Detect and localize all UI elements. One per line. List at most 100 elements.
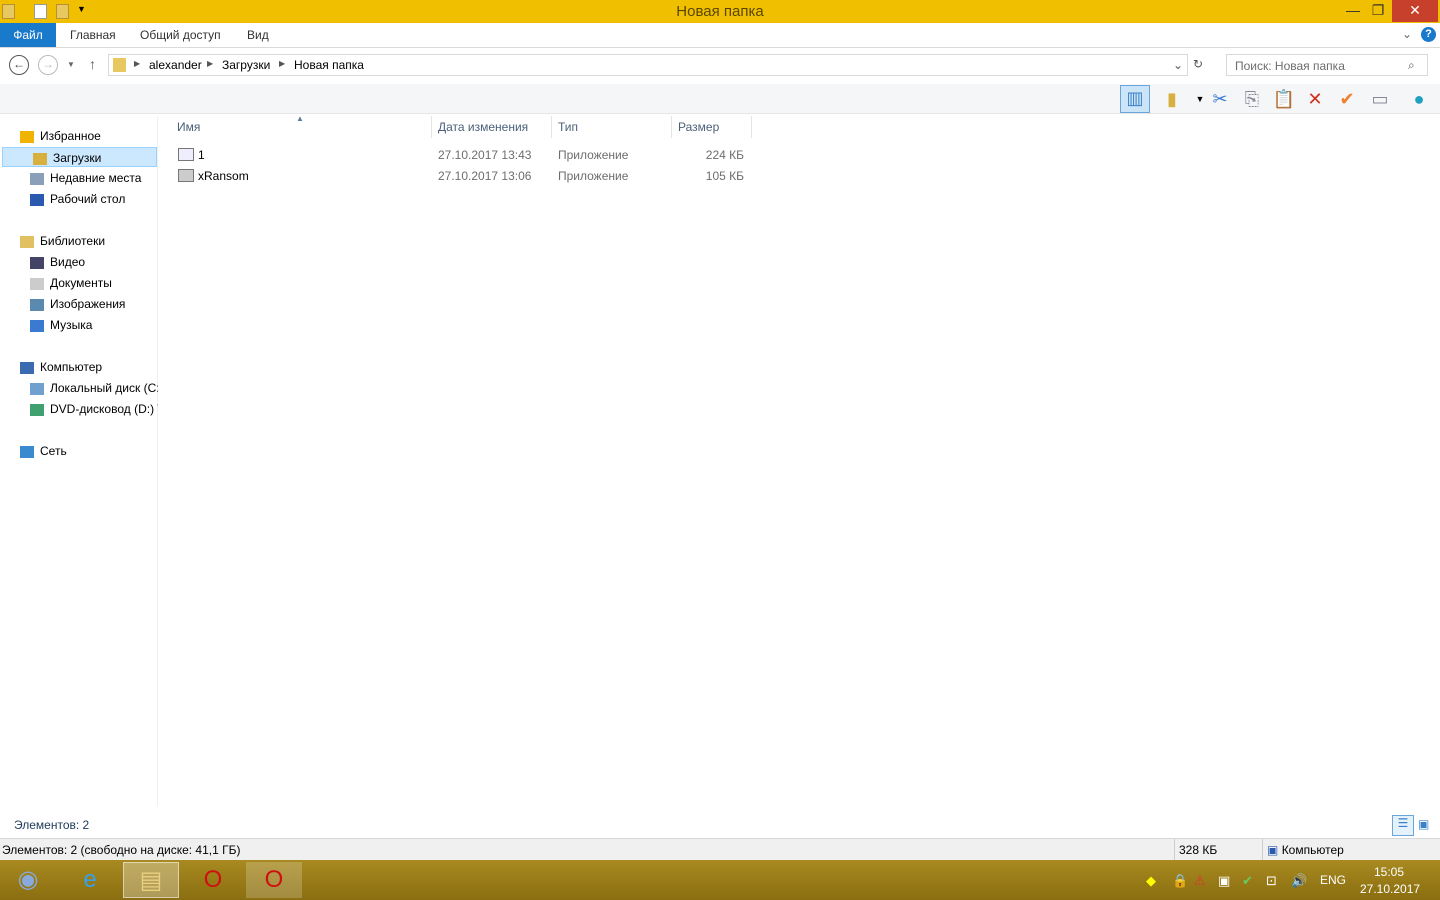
nav-item[interactable]: Недавние места bbox=[0, 168, 158, 188]
clock-time[interactable]: 15:05 bbox=[1374, 865, 1404, 879]
nav-item-label: Локальный диск (C:) bbox=[50, 381, 158, 395]
folder-icon bbox=[30, 298, 44, 311]
restore-button[interactable]: ❐ bbox=[1361, 0, 1395, 22]
status-text: Элементов: 2 (свободно на диске: 41,1 ГБ… bbox=[2, 843, 241, 857]
nav-item[interactable]: Рабочий стол bbox=[0, 189, 158, 209]
tab-view[interactable]: Вид bbox=[233, 23, 283, 47]
sort-ascending-icon: ▲ bbox=[296, 114, 304, 123]
navigation-pane: Избранное Загрузки Недавние места Рабочий с… bbox=[0, 116, 158, 806]
folder-icon bbox=[113, 58, 126, 72]
cut-button[interactable]: ✂ bbox=[1208, 87, 1232, 111]
folder-icon bbox=[30, 403, 44, 416]
folder-options-button[interactable]: ▮ bbox=[1160, 87, 1184, 111]
nav-item[interactable]: Видео bbox=[0, 252, 158, 272]
close-button[interactable]: ✕ bbox=[1392, 0, 1438, 22]
application-icon bbox=[178, 169, 194, 182]
shell-icon[interactable]: ● bbox=[1407, 87, 1431, 111]
expand-ribbon-icon[interactable]: ⌄ bbox=[1402, 27, 1412, 41]
tab-file[interactable]: Файл bbox=[0, 23, 56, 47]
nav-item[interactable]: Компьютер bbox=[0, 357, 158, 377]
vmware-icon[interactable]: ▣ bbox=[1218, 873, 1230, 889]
column-header-date[interactable]: Дата изменения bbox=[432, 116, 552, 138]
nav-item-label: Сеть bbox=[40, 444, 67, 458]
nav-item[interactable]: Избранное bbox=[0, 126, 158, 146]
up-button[interactable]: ↑ bbox=[89, 56, 96, 72]
preview-pane-button[interactable]: ▥ bbox=[1120, 85, 1150, 113]
star-icon bbox=[20, 130, 34, 143]
language-indicator[interactable]: ENG bbox=[1320, 873, 1346, 887]
nav-item[interactable]: Музыка bbox=[0, 315, 158, 335]
nav-item-label: Рабочий стол bbox=[50, 192, 126, 206]
breadcrumb-downloads[interactable]: Загрузки bbox=[222, 58, 270, 72]
internet-explorer-icon[interactable]: e bbox=[62, 862, 118, 898]
recent-locations-icon[interactable]: ▼ bbox=[67, 60, 75, 69]
opera-icon[interactable]: O bbox=[246, 862, 302, 898]
folder-icon bbox=[30, 319, 44, 332]
paste-button[interactable]: 📋 bbox=[1272, 87, 1296, 111]
file-row[interactable]: xRansom 27.10.2017 13:06 Приложение 105 … bbox=[171, 166, 752, 186]
column-header-type[interactable]: Тип bbox=[552, 116, 672, 138]
search-input[interactable]: Поиск: Новая папка bbox=[1226, 54, 1428, 76]
refresh-icon[interactable]: ↻ bbox=[1193, 57, 1203, 71]
status-bar: Элементов: 2 (свободно на диске: 41,1 ГБ… bbox=[0, 838, 1440, 861]
check-button[interactable]: ✔ bbox=[1335, 87, 1359, 111]
folder-icon bbox=[30, 382, 44, 395]
clock-date[interactable]: 27.10.2017 bbox=[1360, 882, 1420, 896]
computer-icon: ▣ bbox=[1267, 843, 1279, 857]
volume-icon[interactable]: 🔊 bbox=[1291, 873, 1307, 889]
breadcrumb-alexander[interactable]: alexander bbox=[149, 58, 202, 72]
nav-item[interactable]: DVD-дисковод (D:) V bbox=[0, 399, 158, 419]
nav-item-label: Библиотеки bbox=[40, 234, 106, 248]
antivirus-icon[interactable]: ⚠ bbox=[1194, 873, 1206, 889]
column-header-size[interactable]: Размер bbox=[672, 116, 752, 138]
file-size: 224 КБ bbox=[705, 148, 744, 162]
network-icon[interactable]: ⊡ bbox=[1266, 873, 1277, 889]
file-date: 27.10.2017 13:06 bbox=[438, 169, 532, 183]
folder-icon bbox=[30, 277, 44, 290]
chevron-right-icon[interactable]: ▶ bbox=[207, 59, 213, 68]
chevron-right-icon[interactable]: ▶ bbox=[279, 59, 285, 68]
delete-button[interactable]: ✕ bbox=[1303, 87, 1327, 111]
taskbar: ◉ e ▤ O O ◆ 🔒 ⚠ ▣ ✔ ⊡ 🔊 ENG 15:05 27.10.… bbox=[0, 860, 1440, 900]
search-icon[interactable]: ⌕ bbox=[1408, 58, 1415, 73]
folder-icon bbox=[30, 172, 44, 185]
copy-button[interactable]: ⎘ bbox=[1240, 87, 1264, 111]
lock-icon[interactable]: 🔒 bbox=[1172, 873, 1188, 889]
nav-item[interactable]: Локальный диск (C:) bbox=[0, 378, 158, 398]
large-icons-view-button[interactable]: ▣ bbox=[1418, 817, 1429, 831]
breadcrumb-new-folder[interactable]: Новая папка bbox=[294, 58, 364, 72]
folder-icon bbox=[20, 361, 34, 374]
status-location: ▣ Компьютер bbox=[1262, 839, 1344, 861]
file-name: xRansom bbox=[198, 169, 249, 183]
file-date: 27.10.2017 13:43 bbox=[438, 148, 532, 162]
tab-share[interactable]: Общий доступ bbox=[126, 23, 235, 47]
nav-item-label: Компьютер bbox=[40, 360, 103, 374]
nav-item[interactable]: Документы bbox=[0, 273, 158, 293]
folder-icon bbox=[20, 445, 34, 458]
file-size: 105 КБ bbox=[705, 169, 744, 183]
nav-item[interactable]: Изображения bbox=[0, 294, 158, 314]
help-icon[interactable]: ? bbox=[1421, 27, 1436, 42]
address-dropdown-icon[interactable]: ⌄ bbox=[1173, 58, 1183, 72]
nav-item[interactable]: Сеть bbox=[0, 441, 158, 461]
tab-home[interactable]: Главная bbox=[56, 23, 130, 47]
nav-item-label: Недавние места bbox=[50, 171, 142, 185]
details-view-button[interactable]: ☰ bbox=[1392, 815, 1414, 836]
file-row[interactable]: 1 27.10.2017 13:43 Приложение 224 КБ bbox=[171, 145, 752, 165]
file-explorer-icon[interactable]: ▤ bbox=[123, 862, 179, 898]
opera-icon[interactable]: O bbox=[185, 862, 241, 898]
file-type: Приложение bbox=[558, 169, 629, 183]
application-icon bbox=[178, 148, 194, 161]
chevron-right-icon[interactable]: ▶ bbox=[134, 59, 140, 68]
start-button[interactable]: ◉ bbox=[0, 862, 56, 898]
tray-icon[interactable]: ◆ bbox=[1146, 873, 1156, 889]
folder-icon bbox=[30, 193, 44, 206]
column-header-name[interactable]: Имя ▲ bbox=[171, 114, 432, 138]
usb-icon[interactable]: ✔ bbox=[1242, 873, 1253, 889]
rename-button[interactable]: ▭ bbox=[1368, 87, 1392, 111]
forward-button[interactable]: → bbox=[38, 55, 58, 75]
back-button[interactable]: ← bbox=[9, 55, 29, 75]
nav-item[interactable]: Загрузки bbox=[2, 147, 157, 167]
address-bar[interactable]: ▶ alexander ▶ Загрузки ▶ Новая папка ⌄ bbox=[108, 54, 1188, 76]
nav-item[interactable]: Библиотеки bbox=[0, 231, 158, 251]
